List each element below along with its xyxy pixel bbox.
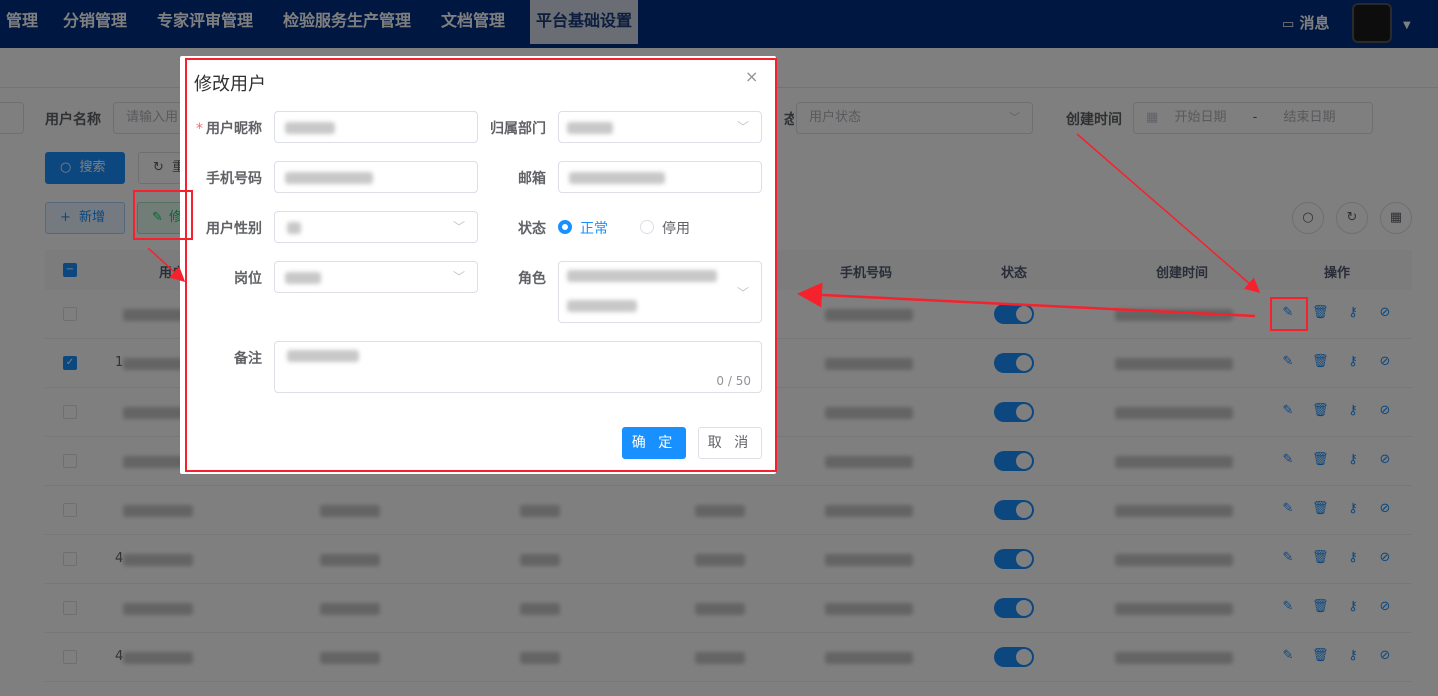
arrow-edit-to-role [797, 282, 1256, 318]
arrow-edit-to-dialog [147, 247, 186, 283]
arrow-created-to-edit [1076, 133, 1261, 293]
annotation-arrows [147, 133, 1261, 318]
